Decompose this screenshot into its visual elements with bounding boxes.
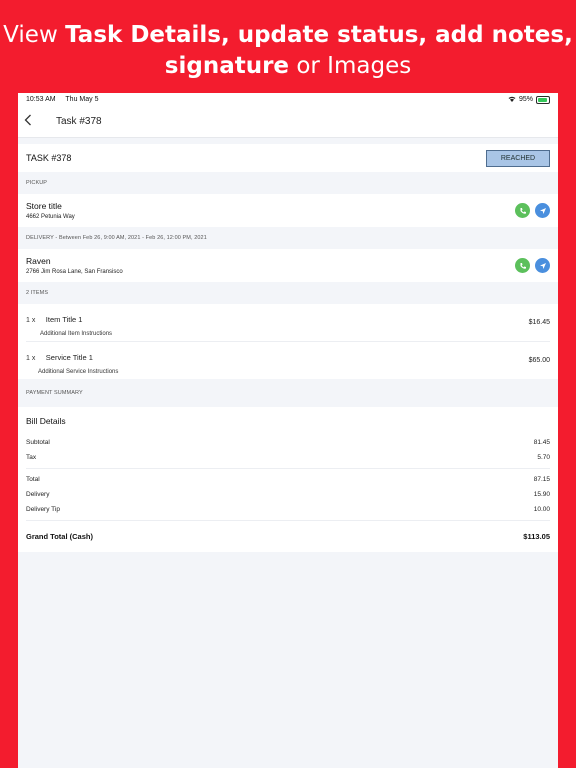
task-label: TASK #378 [26,153,72,163]
item-instructions: Additional Service Instructions [38,368,119,375]
grand-total-label: Grand Total (Cash) [26,531,93,541]
pickup-info: Store title 4662 Petunia Way [26,201,75,220]
items-section-label: 2 ITEMS [26,290,49,296]
phone-icon[interactable] [515,258,530,273]
item-qty: 1 x [26,354,36,362]
bill-value: 87.15 [533,476,550,483]
payment-section-label: PAYMENT SUMMARY [26,390,83,396]
delivery-address: 2766 Jim Rosa Lane, San Fransisco [26,269,123,275]
bill-title: Bill Details [26,416,66,426]
list-item: 1 x Service Title 1 Additional Service I… [26,342,550,379]
bill-value: 81.45 [533,439,550,446]
bill-label: Total [26,476,40,483]
divider [26,520,550,521]
bill-row-subtotal: Subtotal 81.45 [26,435,550,450]
item-price: $16.45 [528,319,550,326]
pickup-name: Store title [26,201,62,211]
status-date: Thu May 5 [65,96,99,103]
item-price: $65.00 [528,357,550,364]
bill-label: Tax [26,454,37,461]
promo-bold-text: signature [164,53,290,79]
nav-bar: Task #378 [18,106,558,138]
bill-label: Delivery [26,491,50,498]
nav-title: Task #378 [56,116,102,127]
item-instructions: Additional Item Instructions [40,330,113,337]
delivery-info: Raven 2766 Jim Rosa Lane, San Fransisco [26,256,123,275]
delivery-card: Raven 2766 Jim Rosa Lane, San Fransisco [18,249,558,282]
grand-total-row: Grand Total (Cash) $113.05 [26,524,550,548]
bill-value: 5.70 [537,454,550,461]
promo-text: View [3,22,66,48]
promo-bold-text: Task Details, update status, add notes, [65,22,573,48]
bill-row-delivery: Delivery 15.90 [26,487,550,502]
bill-label: Delivery Tip [26,506,60,513]
status-time: 10:53 AM [26,96,56,103]
item-qty: 1 x [26,316,36,324]
item-title: Service Title 1 [45,352,93,362]
pickup-actions [515,203,550,218]
promo-text: or Images [289,53,412,79]
bill-value: 10.00 [533,506,550,513]
device-screen: 10:53 AM Thu May 5 95% Task #378 TASK #3… [18,93,558,768]
delivery-section-label: DELIVERY - Between Feb 26, 9:00 AM, 2021… [26,235,207,241]
item-title: Item Title 1 [45,314,83,324]
wifi-icon [508,96,516,104]
bill-card: Bill Details Subtotal 81.45 Tax 5.70 Tot… [18,407,558,552]
bill-label: Subtotal [26,439,50,446]
divider [26,468,550,469]
back-chevron-icon[interactable] [24,114,44,129]
items-card: 1 x Item Title 1 Additional Item Instruc… [18,304,558,379]
pickup-section-label: PICKUP [26,180,48,186]
status-button[interactable]: REACHED [486,149,550,167]
pickup-address: 4662 Petunia Way [26,214,75,220]
task-card: TASK #378 REACHED [18,144,558,172]
status-bar: 10:53 AM Thu May 5 95% [18,93,558,106]
battery-percent: 95% [518,96,533,103]
delivery-name: Raven [26,256,51,266]
navigate-icon[interactable] [535,258,550,273]
list-item: 1 x Item Title 1 Additional Item Instruc… [26,304,550,342]
pickup-card: Store title 4662 Petunia Way [18,194,558,227]
bill-value: 15.90 [533,491,550,498]
status-left: 10:53 AM Thu May 5 [26,96,106,103]
grand-total-value: $113.05 [523,531,550,541]
promo-headline: View Task Details, update status, add no… [0,20,576,82]
battery-icon [536,95,550,104]
navigate-icon[interactable] [535,203,550,218]
promo-line-2: signature or Images [0,51,576,82]
bill-row-total: Total 87.15 [26,472,550,487]
bill-row-tip: Delivery Tip 10.00 [26,502,550,517]
delivery-actions [515,258,550,273]
phone-icon[interactable] [515,203,530,218]
status-right: 95% [508,95,550,104]
bill-row-tax: Tax 5.70 [26,450,550,465]
promo-line-1: View Task Details, update status, add no… [0,20,576,51]
